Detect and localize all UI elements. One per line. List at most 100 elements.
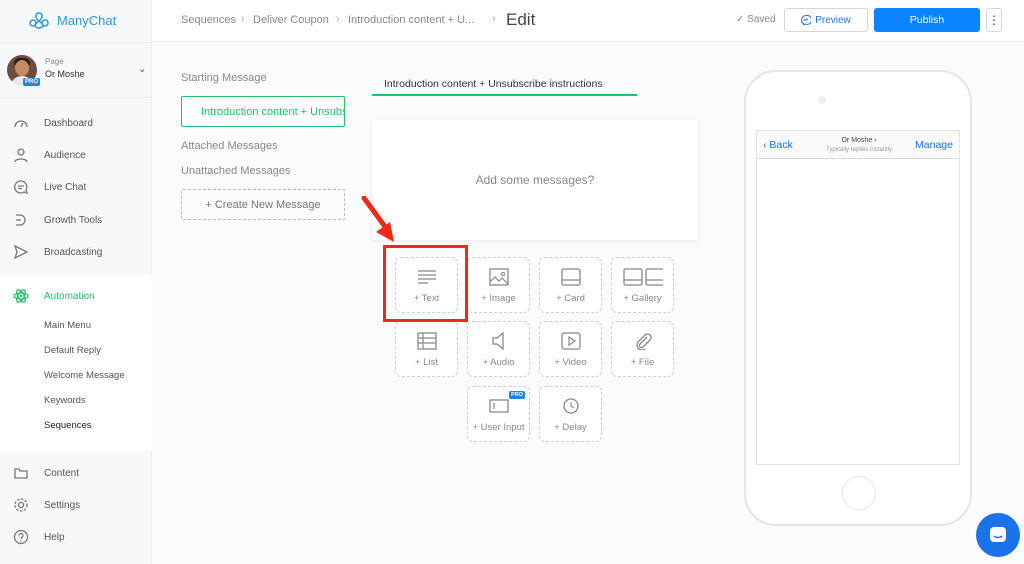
sidebar-item-label: Help xyxy=(44,531,65,543)
manychat-logo-icon xyxy=(29,12,49,29)
back-button[interactable]: ‹ Back xyxy=(763,139,793,151)
sidebar-item-help[interactable]: Help xyxy=(0,524,152,550)
sidebar-item-growth-tools[interactable]: Growth Tools xyxy=(0,207,152,233)
block-label: + Gallery xyxy=(623,293,662,304)
support-chat-button[interactable] xyxy=(976,513,1020,557)
preview-name-text: Or Moshe xyxy=(841,137,873,144)
saved-label: Saved xyxy=(747,14,776,25)
sidebar-subitem-welcome-message[interactable]: Welcome Message xyxy=(44,370,125,381)
gear-icon xyxy=(14,498,28,512)
clock-icon xyxy=(563,398,579,414)
add-audio-block[interactable]: + Audio xyxy=(467,321,530,377)
attached-messages-label: Attached Messages xyxy=(181,140,278,152)
sidebar-subitem-keywords[interactable]: Keywords xyxy=(44,395,86,406)
block-label: + File xyxy=(630,357,655,368)
sidebar-item-content[interactable]: Content xyxy=(0,460,152,486)
block-label: + Audio xyxy=(482,357,515,368)
empty-placeholder: Add some messages? xyxy=(475,173,595,187)
block-label: + User Input xyxy=(472,422,525,433)
block-label: + Card xyxy=(556,293,585,304)
pro-badge: PRO xyxy=(509,391,525,399)
sidebar-subitem-default-reply[interactable]: Default Reply xyxy=(44,345,101,356)
add-image-block[interactable]: + Image xyxy=(467,257,530,313)
annotation-arrow-icon xyxy=(361,196,394,242)
sidebar-item-label: Audience xyxy=(44,149,86,161)
check-icon: ✓ xyxy=(736,14,745,25)
person-icon xyxy=(14,148,28,163)
dashboard-icon xyxy=(14,120,28,128)
chevron-right-icon: › xyxy=(874,137,877,144)
starting-message-item[interactable]: Introduction content + Unsubscribe instr… xyxy=(181,96,345,127)
add-file-block[interactable]: + File xyxy=(611,321,674,377)
top-bar: Sequences › Deliver Coupon › Introductio… xyxy=(152,0,1024,42)
chevron-right-icon: › xyxy=(492,13,496,25)
manychat-logo[interactable]: ManyChat xyxy=(28,10,116,30)
breadcrumb-sequences[interactable]: Sequences xyxy=(181,14,236,26)
saved-status: ✓ Saved xyxy=(736,14,776,25)
list-icon xyxy=(417,332,437,350)
add-gallery-block[interactable]: + Gallery xyxy=(611,257,674,313)
more-options-button[interactable]: ⋮ xyxy=(986,8,1002,32)
help-icon xyxy=(13,529,29,545)
create-new-message-button[interactable]: + Create New Message xyxy=(181,189,345,220)
add-video-block[interactable]: + Video xyxy=(539,321,602,377)
sidebar: ManyChat PRO Page Or Moshe ⌄ Dashboard A… xyxy=(0,0,152,564)
sidebar-item-audience[interactable]: Audience xyxy=(0,142,152,168)
add-user-input-block[interactable]: PRO + User Input xyxy=(467,386,530,442)
sidebar-item-dashboard[interactable]: Dashboard xyxy=(0,110,152,136)
pro-badge: PRO xyxy=(23,78,41,86)
image-icon xyxy=(489,268,509,286)
unattached-messages-label: Unattached Messages xyxy=(181,165,291,177)
message-canvas: Add some messages? xyxy=(372,120,698,240)
page-selector[interactable]: PRO Page Or Moshe ⌄ xyxy=(0,42,152,98)
growth-icon xyxy=(16,214,26,226)
add-delay-block[interactable]: + Delay xyxy=(539,386,602,442)
sidebar-item-label: Live Chat xyxy=(44,181,87,193)
sidebar-item-label: Growth Tools xyxy=(44,214,103,226)
sidebar-item-live-chat[interactable]: Live Chat xyxy=(0,174,152,200)
preview-page-name: Or Moshe › xyxy=(819,137,899,144)
chevron-right-icon: › xyxy=(336,13,340,25)
sidebar-item-label: Automation xyxy=(44,290,95,302)
sidebar-subitem-main-menu[interactable]: Main Menu xyxy=(44,320,91,331)
add-card-block[interactable]: + Card xyxy=(539,257,602,313)
publish-button[interactable]: Publish xyxy=(874,8,980,32)
chat-bubble-icon xyxy=(14,180,29,195)
phone-screen: ‹ Back Or Moshe › Typically replies inst… xyxy=(756,130,960,465)
atom-icon xyxy=(13,289,29,303)
block-label: + Image xyxy=(481,293,516,304)
starting-message-label: Starting Message xyxy=(181,72,267,84)
card-icon xyxy=(561,268,581,286)
sidebar-subitem-sequences[interactable]: Sequences xyxy=(44,420,92,431)
sidebar-item-automation[interactable]: Automation xyxy=(0,283,152,309)
phone-home-button xyxy=(842,476,876,510)
folder-icon xyxy=(14,468,28,479)
preview-button[interactable]: Preview xyxy=(784,8,868,32)
message-title[interactable]: Introduction content + Unsubscribe instr… xyxy=(372,78,637,96)
app-name: ManyChat xyxy=(57,12,117,28)
preview-subtitle: Typically replies instantly xyxy=(825,147,893,153)
page-name: Or Moshe xyxy=(45,69,85,79)
video-icon xyxy=(561,332,581,350)
paperclip-icon xyxy=(636,333,652,350)
page-label: Page xyxy=(45,57,64,66)
block-label: + Video xyxy=(554,357,587,368)
manage-button[interactable]: Manage xyxy=(915,139,953,151)
sidebar-item-broadcasting[interactable]: Broadcasting xyxy=(0,239,152,265)
gallery-icon xyxy=(623,268,663,286)
sidebar-item-label: Settings xyxy=(44,499,81,511)
messenger-header: ‹ Back Or Moshe › Typically replies inst… xyxy=(757,131,959,159)
text-block-highlight xyxy=(383,245,468,322)
add-list-block[interactable]: + List xyxy=(395,321,458,377)
automation-section: Automation Main Menu Default Reply Welco… xyxy=(0,275,152,451)
sidebar-item-settings[interactable]: Settings xyxy=(0,492,152,518)
sidebar-item-label: Dashboard xyxy=(44,117,93,129)
breadcrumb-message[interactable]: Introduction content + U... xyxy=(348,14,474,26)
breadcrumb-deliver-coupon[interactable]: Deliver Coupon xyxy=(253,14,329,26)
chevron-left-icon: ‹ xyxy=(763,139,767,151)
page-title: Edit xyxy=(506,10,536,29)
block-label: + List xyxy=(415,357,438,368)
sidebar-item-label: Content xyxy=(44,467,80,479)
messenger-icon xyxy=(801,15,812,25)
send-icon xyxy=(13,244,29,260)
